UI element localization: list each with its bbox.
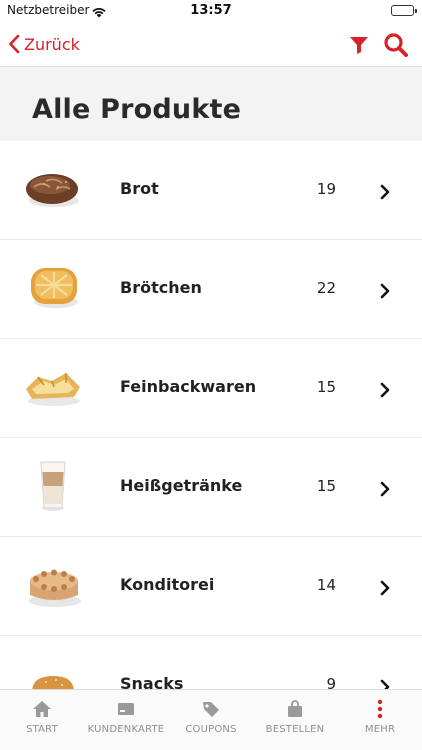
chevron-right-icon: [380, 679, 390, 689]
category-name: Konditorei: [120, 575, 215, 594]
chevron-left-icon: [9, 34, 20, 54]
tab-start[interactable]: START: [0, 690, 84, 750]
bread-icon: [22, 163, 84, 215]
category-count: 22: [316, 279, 336, 297]
clock: 13:57: [190, 3, 232, 18]
tab-label: KUNDENKARTE: [87, 724, 165, 735]
category-count: 19: [316, 180, 336, 198]
list-item-feinbackwaren[interactable]: Feinbackwaren 15: [0, 339, 422, 438]
chevron-right-icon: [380, 580, 390, 596]
chevron-right-icon: [380, 283, 390, 299]
navigation-bar: Zurück: [0, 22, 422, 67]
category-name: Heißgetränke: [120, 476, 243, 495]
pastry-icon: [22, 361, 84, 413]
filter-button[interactable]: [348, 34, 370, 56]
home-icon: [33, 701, 51, 717]
tab-label: COUPONS: [185, 724, 237, 735]
card-icon: [118, 703, 134, 715]
tab-label: MEHR: [364, 724, 396, 735]
tab-label: START: [26, 724, 58, 735]
status-bar: Netzbetreiber 13:57: [0, 0, 422, 22]
back-button[interactable]: Zurück: [8, 30, 80, 58]
page-header: Alle Produkte: [0, 67, 422, 141]
category-name: Snacks: [120, 674, 184, 689]
tab-mehr[interactable]: MEHR: [338, 690, 422, 750]
category-name: Feinbackwaren: [120, 377, 257, 396]
cake-icon: [22, 559, 84, 611]
burger-icon: [22, 658, 84, 689]
back-label: Zurück: [24, 34, 80, 54]
bag-icon: [288, 700, 302, 717]
tab-bestellen[interactable]: BESTELLEN: [253, 690, 337, 750]
category-name: Brötchen: [120, 278, 202, 297]
more-icon: [377, 699, 383, 719]
product-list: Brot 19 Brötchen 22 Feinbackwaren 15 Hei…: [0, 141, 422, 689]
list-item-broetchen[interactable]: Brötchen 22: [0, 240, 422, 339]
list-item-brot[interactable]: Brot 19: [0, 141, 422, 240]
tab-bar: START KUNDENKARTE COUPONS BESTELLEN MEHR: [0, 689, 422, 750]
chevron-right-icon: [380, 481, 390, 497]
tab-label: BESTELLEN: [265, 724, 325, 735]
roll-icon: [22, 262, 84, 314]
category-count: 9: [326, 675, 336, 689]
tab-kundenkarte[interactable]: KUNDENKARTE: [84, 690, 168, 750]
list-item-snacks[interactable]: Snacks 9: [0, 636, 422, 689]
search-button[interactable]: [382, 31, 410, 59]
tag-icon: [203, 702, 219, 717]
category-count: 15: [316, 477, 336, 495]
search-icon: [384, 33, 408, 57]
latte-icon: [22, 460, 84, 512]
chevron-right-icon: [380, 382, 390, 398]
filter-icon: [350, 37, 368, 54]
list-item-heissgetraenke[interactable]: Heißgetränke 15: [0, 438, 422, 537]
page-title: Alle Produkte: [32, 94, 242, 125]
tab-coupons[interactable]: COUPONS: [169, 690, 253, 750]
chevron-right-icon: [380, 184, 390, 200]
category-count: 15: [316, 378, 336, 396]
battery-icon: [391, 5, 417, 16]
category-name: Brot: [120, 179, 159, 198]
category-count: 14: [316, 576, 336, 594]
list-item-konditorei[interactable]: Konditorei 14: [0, 537, 422, 636]
